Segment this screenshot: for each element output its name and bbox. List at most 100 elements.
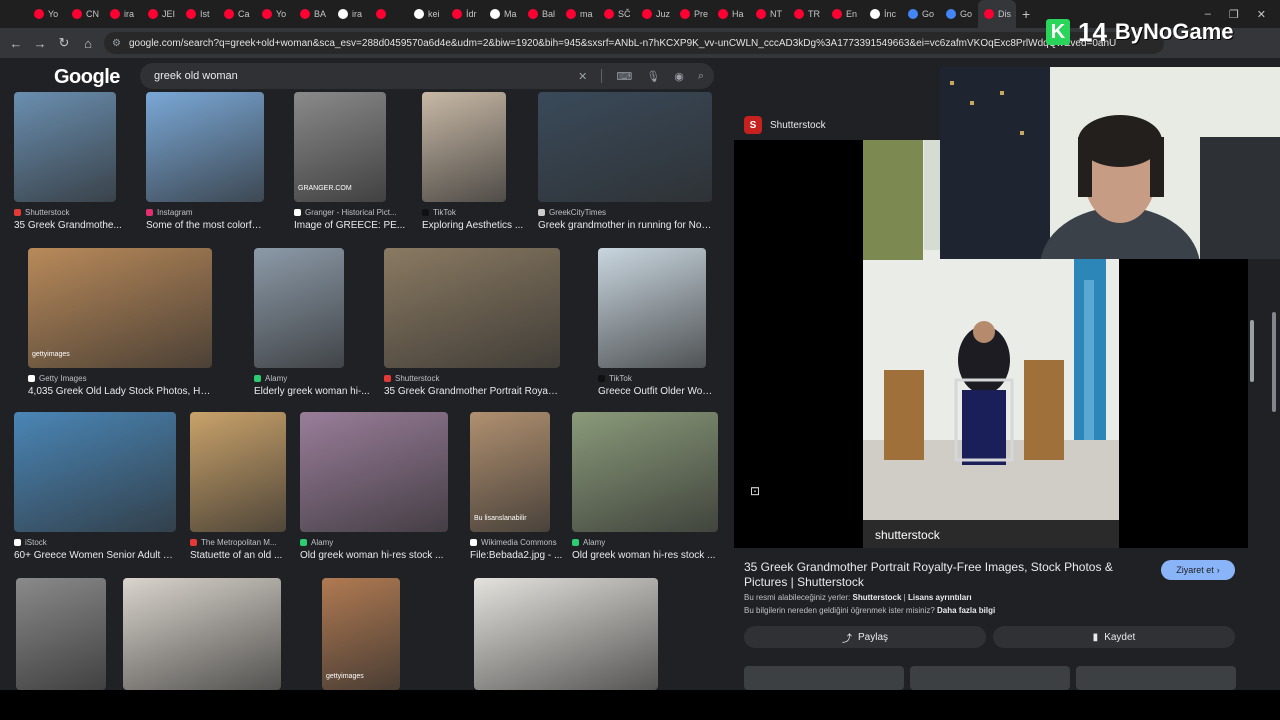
- browser-tab[interactable]: Ha: [712, 0, 750, 28]
- browser-tab[interactable]: Ca: [218, 0, 256, 28]
- learn-more-link[interactable]: Daha fazla bilgi: [937, 606, 995, 615]
- result-thumbnail[interactable]: [16, 578, 106, 690]
- result-thumbnail[interactable]: [598, 248, 706, 368]
- browser-tab[interactable]: Go: [940, 0, 978, 28]
- home-icon[interactable]: ⌂: [76, 36, 100, 51]
- browser-tab[interactable]: Dis×: [978, 0, 1016, 28]
- result-source[interactable]: Alamy: [254, 374, 287, 383]
- browser-tab[interactable]: İdr: [446, 0, 484, 28]
- result-source[interactable]: Getty Images: [28, 374, 87, 383]
- site-info-icon[interactable]: ⚙: [112, 38, 121, 49]
- browser-tab[interactable]: SČ: [598, 0, 636, 28]
- image-result-card[interactable]: iStock 60+ Greece Women Senior Adult T...: [14, 412, 176, 562]
- result-source[interactable]: Granger - Historical Pict...: [294, 208, 397, 217]
- result-thumbnail[interactable]: [422, 92, 506, 202]
- result-title[interactable]: Elderly greek woman hi-...: [254, 386, 374, 397]
- result-title[interactable]: 35 Greek Grandmother Portrait Royalty-Fr…: [384, 386, 560, 397]
- result-thumbnail[interactable]: [254, 248, 344, 368]
- preview-title[interactable]: 35 Greek Grandmother Portrait Royalty-Fr…: [744, 560, 1124, 590]
- license-source[interactable]: Shutterstock: [853, 593, 902, 602]
- close-window-icon[interactable]: ✕: [1257, 8, 1266, 21]
- forward-icon[interactable]: →: [28, 36, 52, 51]
- image-result-card[interactable]: Alamy Elderly greek woman hi-...: [254, 248, 370, 398]
- result-title[interactable]: Statuette of an old ...: [190, 550, 310, 561]
- browser-tab[interactable]: ma: [560, 0, 598, 28]
- image-result-card[interactable]: Instagram Some of the most colorful s...: [146, 92, 266, 232]
- browser-tab[interactable]: Go: [902, 0, 940, 28]
- result-title[interactable]: Old greek woman hi-res stock ...: [300, 550, 448, 561]
- result-thumbnail[interactable]: GRANGER.COM: [294, 92, 386, 202]
- image-result-card[interactable]: The Metropolitan M... Statuette of an old…: [190, 412, 286, 562]
- browser-tab[interactable]: ira: [104, 0, 142, 28]
- result-thumbnail[interactable]: [14, 412, 176, 532]
- clear-icon[interactable]: ✕: [578, 70, 587, 83]
- visit-button[interactable]: Ziyaret et ›: [1161, 560, 1235, 580]
- result-source[interactable]: Shutterstock: [384, 374, 439, 383]
- result-title[interactable]: Exploring Aesthetics ...: [422, 220, 542, 231]
- preview-scrollbar[interactable]: [1250, 320, 1254, 382]
- result-thumbnail[interactable]: Bu lisanslanabilir: [470, 412, 550, 532]
- image-result-card[interactable]: Shutterstock 35 Greek Grandmothe...: [14, 92, 122, 232]
- browser-tab[interactable]: JEI: [142, 0, 180, 28]
- result-source[interactable]: TikTok: [422, 208, 456, 217]
- page-scrollbar[interactable]: [1272, 312, 1276, 412]
- related-thumb[interactable]: [744, 666, 904, 690]
- result-thumbnail[interactable]: [146, 92, 264, 202]
- browser-tab[interactable]: [370, 0, 408, 28]
- image-result-card[interactable]: [16, 578, 106, 690]
- result-source[interactable]: iStock: [14, 538, 47, 547]
- new-tab-button[interactable]: +: [1016, 6, 1030, 22]
- result-title[interactable]: Greek grandmother in running for Nobel .…: [538, 220, 712, 231]
- keyboard-icon[interactable]: ⌨: [616, 70, 632, 83]
- result-thumbnail[interactable]: [14, 92, 116, 202]
- browser-tab[interactable]: Ma: [484, 0, 522, 28]
- result-title[interactable]: 35 Greek Grandmothe...: [14, 220, 134, 231]
- result-source[interactable]: Alamy: [300, 538, 333, 547]
- result-thumbnail[interactable]: [538, 92, 712, 202]
- image-result-card[interactable]: gettyimages: [322, 578, 400, 690]
- address-bar[interactable]: ⚙ google.com/search?q=greek+old+woman&sc…: [104, 32, 1164, 54]
- result-thumbnail[interactable]: [123, 578, 281, 690]
- result-thumbnail[interactable]: [384, 248, 560, 368]
- browser-tab[interactable]: Pre: [674, 0, 712, 28]
- lens-search-icon[interactable]: ⊡: [750, 484, 760, 498]
- related-thumb[interactable]: [910, 666, 1070, 690]
- search-query[interactable]: greek old woman: [154, 70, 238, 82]
- browser-tab[interactable]: NT: [750, 0, 788, 28]
- result-thumbnail[interactable]: [190, 412, 286, 532]
- browser-tab[interactable]: Bal: [522, 0, 560, 28]
- result-title[interactable]: 60+ Greece Women Senior Adult T...: [14, 550, 176, 561]
- browser-tab[interactable]: İnc: [864, 0, 902, 28]
- image-result-card[interactable]: GRANGER.COM Granger - Historical Pict... I…: [294, 92, 405, 232]
- result-title[interactable]: Image of GREECE: PE...: [294, 220, 414, 231]
- result-thumbnail[interactable]: gettyimages: [322, 578, 400, 690]
- save-button[interactable]: ▮ Kaydet: [993, 626, 1235, 648]
- license-details-link[interactable]: Lisans ayrıntıları: [908, 593, 972, 602]
- back-icon[interactable]: ←: [4, 36, 28, 51]
- browser-tab[interactable]: Juz: [636, 0, 674, 28]
- google-logo[interactable]: Google: [54, 66, 120, 89]
- result-title[interactable]: Old greek woman hi-res stock ...: [572, 550, 718, 561]
- result-source[interactable]: The Metropolitan M...: [190, 538, 277, 547]
- preview-source[interactable]: S Shutterstock: [744, 116, 826, 134]
- related-thumb[interactable]: [1076, 666, 1236, 690]
- browser-tab[interactable]: kei: [408, 0, 446, 28]
- image-result-card[interactable]: Alamy Old greek woman hi-res stock ...: [300, 412, 448, 562]
- result-source[interactable]: TikTok: [598, 374, 632, 383]
- browser-tab[interactable]: TR: [788, 0, 826, 28]
- reload-icon[interactable]: ↻: [52, 35, 76, 51]
- image-result-card[interactable]: Bu lisanslanabilir Wikimedia Commons File:…: [470, 412, 562, 562]
- result-title[interactable]: Some of the most colorful s...: [146, 220, 266, 231]
- search-box[interactable]: greek old woman ✕ ⌨ 🎙 ◉ ⌕: [140, 63, 714, 89]
- image-result-card[interactable]: TikTok Exploring Aesthetics ...: [422, 92, 523, 232]
- image-result-card[interactable]: GreekCityTimes Greek grandmother in runni…: [538, 92, 712, 232]
- result-title[interactable]: Greece Outfit Older Wome...: [598, 386, 718, 397]
- image-result-card[interactable]: [474, 578, 658, 690]
- browser-tab[interactable]: BA: [294, 0, 332, 28]
- image-result-card[interactable]: Alamy Old greek woman hi-res stock ...: [572, 412, 718, 562]
- result-source[interactable]: Shutterstock: [14, 208, 69, 217]
- browser-tab[interactable]: ira: [332, 0, 370, 28]
- result-thumbnail[interactable]: gettyimages: [28, 248, 212, 368]
- result-thumbnail[interactable]: [474, 578, 658, 690]
- result-source[interactable]: Wikimedia Commons: [470, 538, 557, 547]
